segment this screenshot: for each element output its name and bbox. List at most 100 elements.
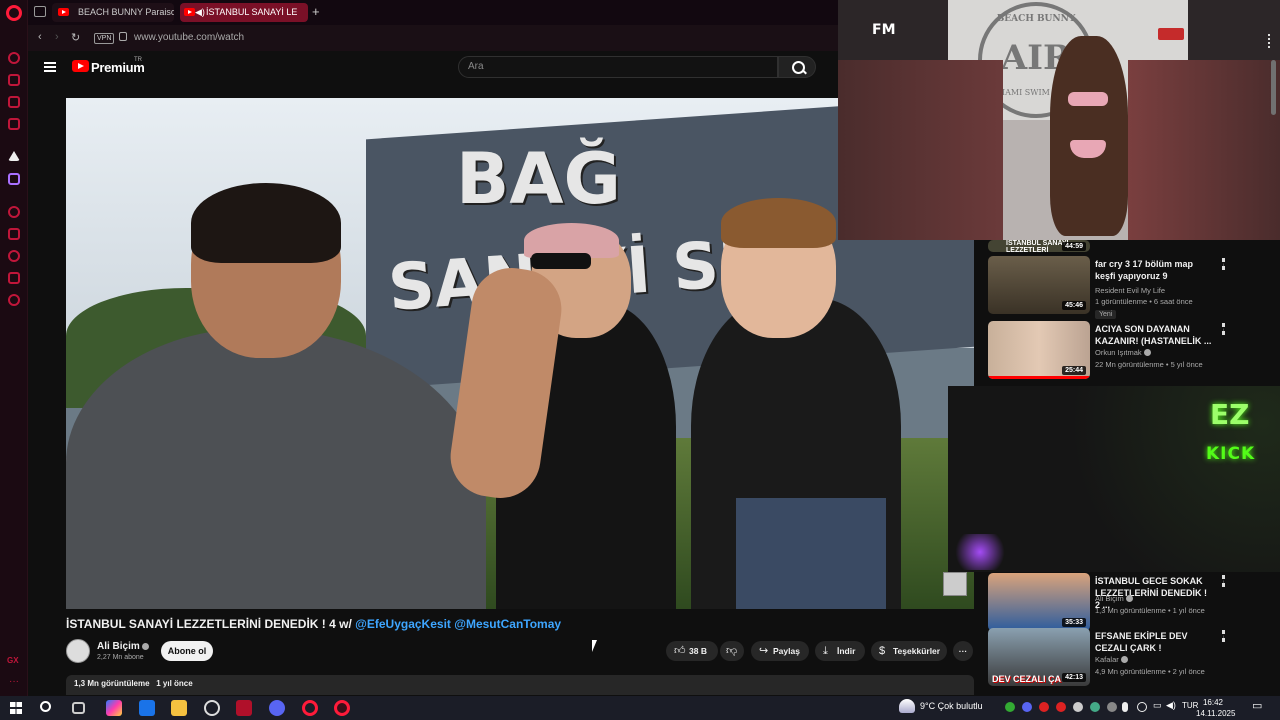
windows-start-icon[interactable]: [10, 702, 22, 714]
weather-text[interactable]: 9°C Çok bulutlu: [920, 701, 983, 711]
list-item[interactable]: 35:33 İSTANBUL GECE SOKAK LEZZETLERİNİ D…: [988, 573, 1280, 635]
pip-more-icon[interactable]: [1268, 34, 1271, 48]
search-icon[interactable]: [778, 56, 816, 78]
mention-link[interactable]: @MesutCanTomay: [454, 617, 561, 631]
mention-link[interactable]: @EfeUygaçKesit: [355, 617, 451, 631]
tray-app-icon[interactable]: [1107, 702, 1117, 712]
more-vert-icon[interactable]: [1222, 630, 1225, 642]
channel-name[interactable]: Ali Biçim: [1095, 594, 1133, 603]
video-title[interactable]: ACIYA SON DAYANAN KAZANIR! (HASTANELİK .…: [1095, 323, 1213, 347]
channel-name-text: Ali Biçim: [1095, 594, 1124, 603]
opera-gx-icon[interactable]: [334, 700, 350, 716]
channel-name[interactable]: Kafalar: [1095, 655, 1128, 664]
kick-stream-overlay[interactable]: EZ KICK: [948, 386, 1280, 572]
kick-ez-text: EZ: [1210, 398, 1250, 431]
url-field[interactable]: www.youtube.com/watch: [134, 32, 244, 43]
game-app-icon[interactable]: [236, 700, 252, 716]
youtube-logo-icon[interactable]: [72, 60, 89, 72]
tray-app-icon[interactable]: [1090, 702, 1100, 712]
list-item[interactable]: İSTANBUL SANAYİ LEZZETLERİ 44:59: [988, 240, 1280, 252]
mail-icon[interactable]: [8, 118, 20, 130]
aria-icon[interactable]: [8, 52, 20, 64]
video-thumbnail[interactable]: 45:46: [988, 256, 1090, 314]
share-button[interactable]: ↪ Paylaş: [751, 641, 809, 661]
new-tab-button[interactable]: +: [312, 4, 320, 19]
menu-icon[interactable]: [44, 62, 56, 72]
settings-icon[interactable]: [8, 294, 20, 306]
file-explorer-icon[interactable]: [171, 700, 187, 716]
extensions-icon[interactable]: [8, 272, 20, 284]
video-meta-text: 1 görüntülenme • 6 saat önce: [1095, 297, 1193, 306]
search-icon[interactable]: [40, 701, 51, 712]
channel-watermark[interactable]: [943, 572, 967, 596]
tray-app-icon[interactable]: [1039, 702, 1049, 712]
opera-icon[interactable]: [302, 700, 318, 716]
description-box[interactable]: 1,3 Mn görüntüleme 1 yıl önce: [66, 675, 974, 695]
channel-name[interactable]: Orkun Işıtmak: [1095, 348, 1151, 357]
video-thumbnail[interactable]: DEV CEZALI ÇA 42:13: [988, 628, 1090, 686]
like-button[interactable]: 👍︎ 38 B: [666, 641, 718, 661]
scrollbar[interactable]: [1271, 60, 1276, 115]
back-icon[interactable]: ‹: [38, 31, 42, 43]
list-item[interactable]: 25:44 ACIYA SON DAYANAN KAZANIR! (HASTAN…: [988, 321, 1280, 383]
volume-icon[interactable]: ◀): [1166, 700, 1176, 711]
subscribe-button[interactable]: Abone ol: [161, 641, 213, 661]
dislike-button[interactable]: 👎︎: [720, 641, 744, 661]
discord-icon[interactable]: [269, 700, 285, 716]
history-icon[interactable]: [8, 206, 20, 218]
list-item[interactable]: 45:46 far cry 3 17 bölüm map keşfi yapıy…: [988, 256, 1280, 319]
notification-icon[interactable]: ▭: [1252, 699, 1262, 712]
tab-beach-bunny[interactable]: BEACH BUNNY Paraiso Sw: [52, 3, 174, 22]
picture-in-picture-video[interactable]: BEACH BUNNY AIR MIAMI SWIM WEEK FM: [838, 0, 1280, 240]
forward-icon[interactable]: ›: [55, 31, 59, 43]
more-vert-icon[interactable]: [1222, 323, 1225, 335]
tray-discord-icon[interactable]: [1022, 702, 1032, 712]
speaker-icon[interactable]: ◀): [195, 3, 205, 22]
clock-time: 16:42: [1202, 698, 1224, 707]
task-view-icon[interactable]: [72, 702, 85, 714]
tray-app-icon[interactable]: [1005, 702, 1015, 712]
video-title[interactable]: EFSANE EKİPLE DEV CEZALI ÇARK !: [1095, 630, 1213, 654]
avatar[interactable]: [66, 639, 90, 663]
video-title[interactable]: far cry 3 17 bölüm map keşfi yapıyoruz 9: [1095, 258, 1213, 282]
address-bar: ‹ › ↻ VPN www.youtube.com/watch: [28, 25, 840, 51]
player-icon[interactable]: [8, 96, 20, 108]
reload-icon[interactable]: ↻: [71, 31, 80, 44]
thanks-button[interactable]: $ Teşekkürler: [871, 641, 947, 661]
lock-icon[interactable]: [119, 32, 127, 41]
tab-istanbul[interactable]: ◀) İSTANBUL SANAYİ LE: [180, 3, 308, 22]
pin-icon[interactable]: [8, 228, 20, 240]
list-item[interactable]: DEV CEZALI ÇA 42:13 EFSANE EKİPLE DEV CE…: [988, 628, 1280, 690]
search-input[interactable]: Ara: [458, 56, 778, 78]
taskbar: 9°C Çok bulutlu ▭ ◀) TUR 16:42 14.11.202…: [0, 696, 1280, 720]
video-thumbnail[interactable]: 35:33: [988, 573, 1090, 631]
workspaces-icon[interactable]: [34, 6, 46, 17]
arrow-up-icon[interactable]: [8, 151, 20, 161]
weather-icon[interactable]: [899, 699, 915, 713]
twitch-icon[interactable]: [8, 173, 20, 185]
app-icon[interactable]: [204, 700, 220, 716]
opera-logo-icon[interactable]: [6, 5, 22, 21]
tray-app-icon[interactable]: [1056, 702, 1066, 712]
channel-name[interactable]: Resident Evil My Life: [1095, 286, 1165, 295]
more-vert-icon[interactable]: [1222, 258, 1225, 270]
clock[interactable]: 16:42 14.11.2025: [1196, 697, 1235, 719]
more-icon[interactable]: ···: [9, 676, 19, 687]
tab-label: BEACH BUNNY Paraiso Sw: [78, 7, 174, 17]
microphone-icon[interactable]: [1122, 702, 1128, 712]
bag-icon[interactable]: [8, 74, 20, 86]
clock-icon[interactable]: [8, 250, 20, 262]
network-icon[interactable]: ▭: [1153, 700, 1162, 711]
video-thumbnail[interactable]: İSTANBUL SANAYİ LEZZETLERİ 44:59: [988, 240, 1090, 252]
more-actions-button[interactable]: ···: [953, 641, 973, 661]
more-vert-icon[interactable]: [1222, 575, 1225, 587]
vpn-badge[interactable]: VPN: [94, 33, 115, 44]
download-button[interactable]: ⤓ İndir: [815, 641, 865, 661]
thumbs-down-icon: 👎︎: [726, 645, 738, 657]
tray-app-icon[interactable]: [1073, 702, 1083, 712]
video-thumbnail[interactable]: 25:44: [988, 321, 1090, 379]
settings-tray-icon[interactable]: [1137, 702, 1147, 712]
copilot-icon[interactable]: [106, 700, 122, 716]
channel-name[interactable]: Ali Biçim: [97, 641, 149, 652]
outlook-icon[interactable]: [139, 700, 155, 716]
